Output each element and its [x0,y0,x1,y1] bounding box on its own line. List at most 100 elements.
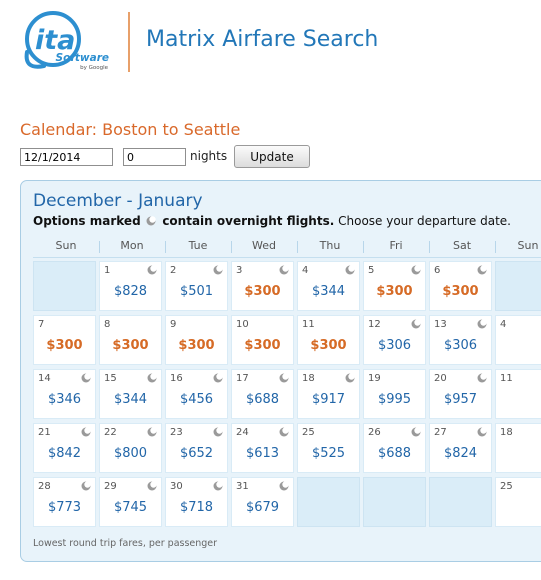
logo-software: Software [56,52,109,64]
calendar-day-cell[interactable]: 6 $300 [429,261,492,311]
fare-price[interactable]: $344 [100,392,161,407]
day-number: 31 [236,481,249,492]
fare-price[interactable]: $800 [100,446,161,461]
day-number: 25 [500,481,513,492]
calendar-day-cell[interactable]: 11 $300 [297,315,360,365]
overnight-icon [477,373,487,383]
overnight-icon [213,373,223,383]
fare-price[interactable]: $679 [232,500,293,515]
header-divider [128,12,130,72]
overnight-icon [213,265,223,275]
calendar-day-cell[interactable]: 8 $300 [99,315,162,365]
calendar-day-cell[interactable]: 17 $688 [231,369,294,419]
calendar-day-cell[interactable]: 22 $800 [99,423,162,473]
calendar-day-cell: 18 [495,423,541,473]
lowest-fare-price[interactable]: $300 [364,284,425,299]
calendar-day-cell[interactable]: 5 $300 [363,261,426,311]
calendar-day-cell[interactable]: 23 $652 [165,423,228,473]
nights-input[interactable] [123,148,186,166]
nights-label: nights [190,149,228,163]
overnight-icon [213,427,223,437]
lowest-fare-price[interactable]: $300 [232,338,293,353]
calendar-day-cell[interactable]: 10 $300 [231,315,294,365]
calendar-empty-cell [363,477,426,527]
calendar-day-cell[interactable]: 12 $306 [363,315,426,365]
departure-date-input[interactable] [20,148,113,166]
calendar-day-cell[interactable]: 2 $501 [165,261,228,311]
calendar-day-cell[interactable]: 30 $718 [165,477,228,527]
fare-price[interactable]: $842 [34,446,95,461]
calendar-day-cell[interactable]: 16 $456 [165,369,228,419]
calendar-day-cell[interactable]: 7 $300 [33,315,96,365]
day-number: 11 [500,373,513,384]
calendar-day-cell[interactable]: 3 $300 [231,261,294,311]
fare-price[interactable]: $652 [166,446,227,461]
fare-price[interactable]: $613 [232,446,293,461]
calendar-empty-cell [429,477,492,527]
fare-price[interactable]: $346 [34,392,95,407]
fare-price[interactable]: $773 [34,500,95,515]
weekday-separator [297,241,298,253]
fare-price[interactable]: $306 [364,338,425,353]
calendar-day-cell[interactable]: 14 $346 [33,369,96,419]
fare-price[interactable]: $718 [166,500,227,515]
fare-footnote: Lowest round trip fares, per passenger [33,538,218,549]
fare-price[interactable]: $501 [166,284,227,299]
overnight-icon [279,481,289,491]
calendar-day-cell[interactable]: 18 $917 [297,369,360,419]
fare-price[interactable]: $688 [232,392,293,407]
calendar-day-cell[interactable]: 27 $824 [429,423,492,473]
calendar-day-cell[interactable]: 19 $995 [363,369,426,419]
fare-price[interactable]: $344 [298,284,359,299]
calendar-month-title: December - January [33,191,203,211]
fare-price[interactable]: $824 [430,446,491,461]
calendar-day-cell[interactable]: 26 $688 [363,423,426,473]
overnight-icon [279,265,289,275]
weekday-separator [429,241,430,253]
fare-price[interactable]: $917 [298,392,359,407]
day-number: 12 [368,319,381,330]
calendar-day-cell[interactable]: 1 $828 [99,261,162,311]
fare-price[interactable]: $306 [430,338,491,353]
fare-price[interactable]: $688 [364,446,425,461]
fare-price[interactable]: $456 [166,392,227,407]
lowest-fare-price[interactable]: $300 [298,338,359,353]
day-number: 14 [38,373,51,384]
calendar-panel: December - January Options marked contai… [20,180,541,562]
overnight-icon [477,319,487,329]
fare-price[interactable]: $828 [100,284,161,299]
update-button[interactable]: Update [234,145,310,168]
day-number: 8 [104,319,111,330]
calendar-day-cell[interactable]: 25 $525 [297,423,360,473]
calendar-day-cell[interactable]: 21 $842 [33,423,96,473]
day-number: 11 [302,319,315,330]
calendar-day-cell[interactable]: 29 $745 [99,477,162,527]
calendar-day-cell[interactable]: 24 $613 [231,423,294,473]
calendar-day-cell[interactable]: 20 $957 [429,369,492,419]
note-text-2: contain overnight flights. [162,214,335,228]
fare-price[interactable]: $525 [298,446,359,461]
lowest-fare-price[interactable]: $300 [166,338,227,353]
overnight-icon [279,373,289,383]
lowest-fare-price[interactable]: $300 [34,338,95,353]
day-number: 18 [302,373,315,384]
fare-price[interactable]: $995 [364,392,425,407]
day-number: 22 [104,427,117,438]
calendar-day-cell[interactable]: 4 $344 [297,261,360,311]
calendar-day-cell[interactable]: 9 $300 [165,315,228,365]
day-number: 15 [104,373,117,384]
fare-price[interactable]: $745 [100,500,161,515]
calendar-day-cell[interactable]: 28 $773 [33,477,96,527]
day-number: 26 [368,427,381,438]
day-number: 7 [38,319,45,330]
calendar-day-cell[interactable]: 13 $306 [429,315,492,365]
calendar-day-cell[interactable]: 31 $679 [231,477,294,527]
weekday-label: Sun [55,239,77,252]
lowest-fare-price[interactable]: $300 [430,284,491,299]
note-text-1: Options marked [33,214,141,228]
lowest-fare-price[interactable]: $300 [232,284,293,299]
calendar-day-cell[interactable]: 15 $344 [99,369,162,419]
fare-price[interactable]: $957 [430,392,491,407]
weekday-label: Tue [188,239,208,252]
lowest-fare-price[interactable]: $300 [100,338,161,353]
